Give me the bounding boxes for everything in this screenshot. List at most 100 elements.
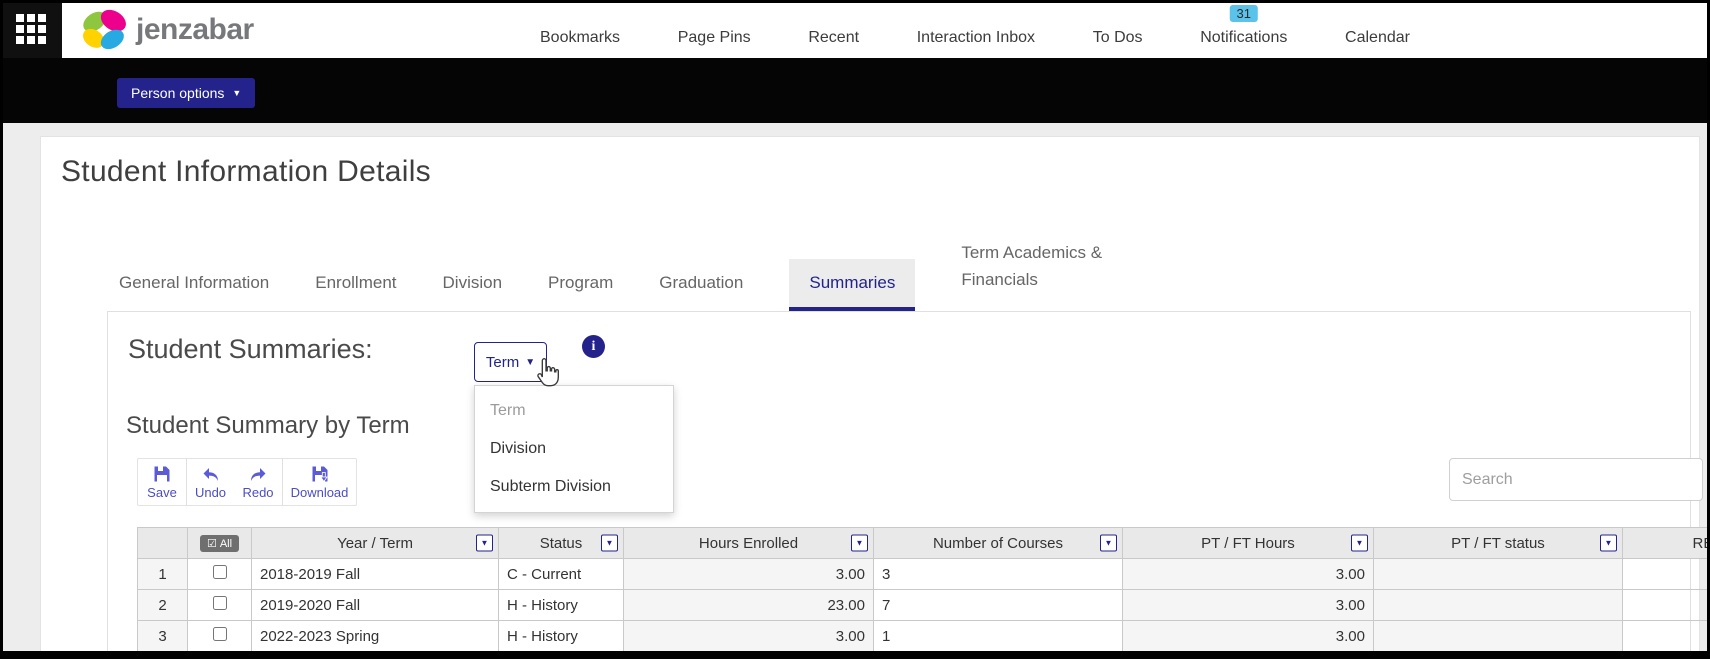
summary-grid: ☑ All Year / Term ▼ Status ▼ [137, 527, 1710, 652]
nav-interaction-inbox[interactable]: Interaction Inbox [917, 29, 1035, 47]
hours-enrolled-cell: 3.00 [624, 559, 874, 590]
save-label: Save [147, 485, 177, 500]
jenzabar-logo: jenzabar [80, 6, 254, 54]
row-number-header [138, 528, 188, 559]
col-rbi-label: RBI [1692, 535, 1710, 552]
row-number: 2 [138, 590, 188, 621]
status-cell[interactable]: C - Current [499, 559, 624, 590]
grid-toolbar: Save Undo Redo [137, 458, 357, 506]
redo-label: Redo [242, 485, 273, 500]
brand-wordmark: jenzabar [136, 13, 254, 47]
sub-header-band: Person options ▼ [0, 58, 1710, 123]
tab-term-academics-financials[interactable]: Term Academics & Financials [961, 226, 1133, 311]
col-ptft-hours: PT / FT Hours ▼ [1123, 528, 1374, 559]
col-number-of-courses-label: Number of Courses [933, 535, 1063, 552]
filter-icon[interactable]: ▼ [1351, 535, 1368, 552]
rbi-cell [1623, 590, 1710, 621]
num-courses-cell[interactable]: 3 [874, 559, 1123, 590]
select-all-button[interactable]: ☑ All [200, 535, 239, 552]
info-icon[interactable]: i [582, 335, 605, 358]
page-title: Student Information Details [61, 155, 431, 189]
student-summaries-label: Student Summaries: [128, 334, 373, 365]
app-launcher-button[interactable] [0, 0, 62, 58]
year-term-cell[interactable]: 2022-2023 Spring [252, 621, 499, 652]
save-icon [152, 464, 172, 484]
col-hours-enrolled-label: Hours Enrolled [699, 535, 798, 552]
undo-label: Undo [195, 485, 226, 500]
ptft-hours-cell: 3.00 [1123, 590, 1374, 621]
row-number: 1 [138, 559, 188, 590]
menu-item-term[interactable]: Term [475, 392, 673, 430]
status-cell[interactable]: H - History [499, 590, 624, 621]
ptft-status-cell [1374, 621, 1623, 652]
tab-summaries[interactable]: Summaries [789, 259, 915, 311]
grid-header-row: ☑ All Year / Term ▼ Status ▼ [138, 528, 1710, 559]
top-bar: jenzabar Bookmarks Page Pins Recent Inte… [0, 0, 1710, 58]
ptft-status-cell [1374, 590, 1623, 621]
nav-page-pins[interactable]: Page Pins [678, 29, 751, 47]
chevron-down-icon: ▼ [232, 88, 241, 98]
person-options-button[interactable]: Person options ▼ [117, 78, 255, 108]
redo-button[interactable]: Redo [234, 459, 282, 505]
row-select-cell [188, 559, 252, 590]
summaries-panel: Student Summaries: Term ▼ i Student Summ… [107, 311, 1691, 659]
rbi-cell [1623, 559, 1710, 590]
download-label: Download [291, 485, 349, 500]
row-checkbox[interactable] [213, 596, 227, 610]
select-all-header: ☑ All [188, 528, 252, 559]
col-ptft-status: PT / FT status ▼ [1374, 528, 1623, 559]
redo-icon [248, 464, 268, 484]
table-row: 3 2022-2023 Spring H - History 3.00 1 3.… [138, 621, 1710, 652]
row-number: 3 [138, 621, 188, 652]
col-year-term: Year / Term ▼ [252, 528, 499, 559]
num-courses-cell[interactable]: 1 [874, 621, 1123, 652]
top-navigation: Bookmarks Page Pins Recent Interaction I… [540, 0, 1410, 58]
tab-general-information[interactable]: General Information [119, 259, 269, 311]
status-cell[interactable]: H - History [499, 621, 624, 652]
tab-bar: General Information Enrollment Division … [119, 233, 1133, 311]
col-status-label: Status [540, 535, 583, 552]
download-button[interactable]: Download [282, 459, 356, 505]
tab-division[interactable]: Division [443, 259, 503, 311]
nav-calendar[interactable]: Calendar [1345, 29, 1410, 47]
summary-view-dropdown-button[interactable]: Term ▼ [474, 342, 547, 382]
filter-icon[interactable]: ▼ [1100, 535, 1117, 552]
tab-graduation[interactable]: Graduation [659, 259, 743, 311]
row-select-cell [188, 590, 252, 621]
filter-icon[interactable]: ▼ [601, 535, 618, 552]
filter-icon[interactable]: ▼ [1600, 535, 1617, 552]
table-row: 2 2019-2020 Fall H - History 23.00 7 3.0… [138, 590, 1710, 621]
col-rbi: RBI [1623, 528, 1710, 559]
nav-notifications[interactable]: 31 Notifications [1200, 29, 1287, 47]
nav-bookmarks[interactable]: Bookmarks [540, 29, 620, 47]
summary-view-menu: Term Division Subterm Division [474, 385, 674, 513]
col-year-term-label: Year / Term [337, 535, 413, 552]
row-select-cell [188, 621, 252, 652]
year-term-cell[interactable]: 2019-2020 Fall [252, 590, 499, 621]
table-row: 1 2018-2019 Fall C - Current 3.00 3 3.00 [138, 559, 1710, 590]
tab-program[interactable]: Program [548, 259, 613, 311]
row-checkbox[interactable] [213, 627, 227, 641]
search-input[interactable] [1449, 458, 1703, 501]
content-card: Student Information Details General Info… [40, 136, 1700, 659]
col-number-of-courses: Number of Courses ▼ [874, 528, 1123, 559]
jenzabar-butterfly-icon [80, 9, 128, 51]
undo-button[interactable]: Undo [186, 459, 234, 505]
ptft-status-cell [1374, 559, 1623, 590]
filter-icon[interactable]: ▼ [476, 535, 493, 552]
filter-icon[interactable]: ▼ [851, 535, 868, 552]
app-window: jenzabar Bookmarks Page Pins Recent Inte… [0, 0, 1710, 659]
year-term-cell[interactable]: 2018-2019 Fall [252, 559, 499, 590]
save-button[interactable]: Save [138, 459, 186, 505]
menu-item-subterm-division[interactable]: Subterm Division [475, 468, 673, 506]
row-checkbox[interactable] [213, 565, 227, 579]
menu-item-division[interactable]: Division [475, 430, 673, 468]
download-icon [310, 464, 330, 484]
tab-enrollment[interactable]: Enrollment [315, 259, 396, 311]
select-all-label: All [220, 538, 232, 550]
hours-enrolled-cell: 3.00 [624, 621, 874, 652]
num-courses-cell[interactable]: 7 [874, 590, 1123, 621]
nav-to-dos[interactable]: To Dos [1093, 29, 1143, 47]
nav-recent[interactable]: Recent [808, 29, 859, 47]
section-title: Student Summary by Term [126, 412, 410, 440]
